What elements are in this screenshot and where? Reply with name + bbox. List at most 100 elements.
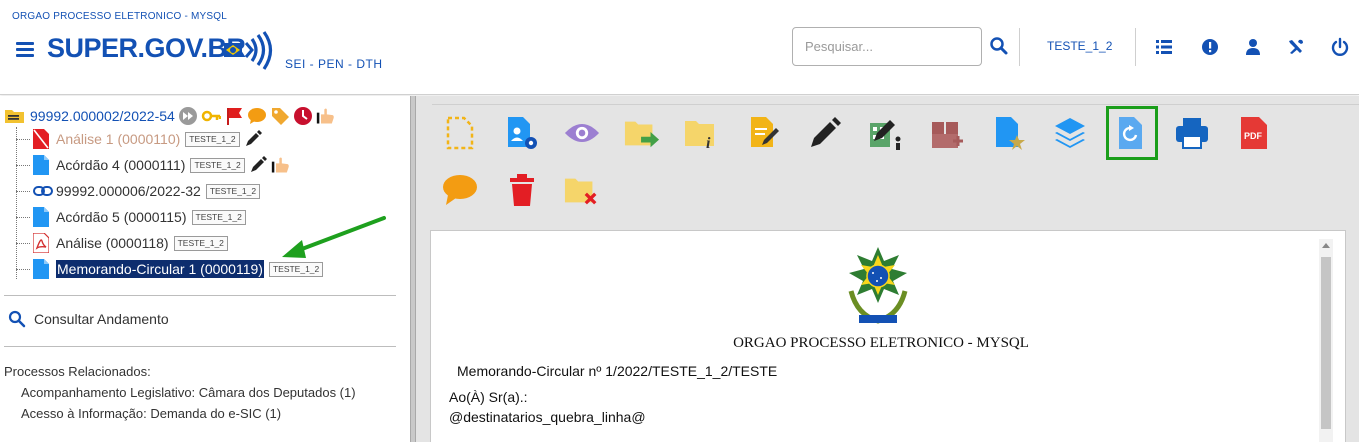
document-recipient-label: Ao(À) Sr(a).: [449, 389, 528, 405]
consult-progress-link[interactable]: Consultar Andamento [8, 310, 169, 328]
unit-badge: TESTE_1_2 [185, 131, 240, 147]
coat-of-arms-icon [848, 247, 908, 324]
sign-block-button[interactable] [868, 115, 904, 151]
search-input[interactable] [792, 27, 982, 66]
unit-badge: TESTE_1_2 [190, 157, 245, 173]
flag-icon[interactable] [224, 106, 244, 126]
hand-pointer-icon[interactable] [316, 106, 336, 126]
document-canceled-icon [33, 129, 49, 149]
alert-icon[interactable] [1200, 37, 1220, 57]
process-info-icon: i [685, 121, 714, 150]
svg-text:PDF: PDF [1244, 131, 1263, 141]
tree-item-label[interactable]: Análise (0000118) [56, 235, 169, 251]
cancel-folder-icon [564, 178, 597, 205]
document-viewer: ORGAO PROCESSO ELETRONICO - MYSQL Memora… [430, 230, 1346, 442]
pen-icon [250, 156, 267, 172]
hand-pointer-icon [271, 157, 289, 173]
print-icon [1176, 118, 1208, 149]
view-button[interactable] [564, 115, 600, 151]
sei-window: { "header": { "org_name": "ORGAO PROCESS… [0, 0, 1359, 442]
process-info-button[interactable]: i [684, 115, 720, 151]
favorite-template-icon [996, 117, 1025, 150]
search-icon[interactable] [989, 36, 1009, 56]
delete-button[interactable] [504, 172, 540, 208]
divider [4, 346, 396, 347]
tree-item-label[interactable]: 99992.000006/2022-32 [56, 183, 201, 199]
edit-content-icon [751, 117, 779, 147]
favorite-template-button[interactable] [992, 115, 1028, 151]
unit-badge: TESTE_1_2 [173, 235, 228, 251]
tools-icon[interactable] [1286, 37, 1306, 57]
pdf-document-icon [33, 233, 49, 253]
send-process-button[interactable] [624, 115, 660, 151]
unit-list-icon[interactable] [1154, 37, 1174, 57]
document-org-name: ORGAO PROCESSO ELETRONICO - MYSQL [733, 335, 1029, 351]
tree-root[interactable]: 99992.000002/2022-54 [4, 104, 336, 128]
tree-item-acordao-4[interactable]: Acórdão 4 (0000111) TESTE_1_2 [16, 152, 291, 178]
pdf-button[interactable]: PDF [1236, 115, 1272, 151]
scroll-thumb[interactable] [1321, 257, 1331, 429]
edit-content-button[interactable] [746, 115, 782, 151]
header: ORGAO PROCESSO ELETRONICO - MYSQL SUPER.… [0, 0, 1359, 95]
tree-item-analise[interactable]: Análise (0000118) TESTE_1_2 [16, 230, 228, 256]
document-settings-button[interactable] [504, 115, 540, 151]
tree-item-label[interactable]: Memorando-Circular 1 (0000119) [56, 260, 264, 278]
pen-icon [245, 130, 262, 146]
tree-item-analise-1[interactable]: Análise 1 (0000110) TESTE_1_2 [16, 126, 263, 152]
tag-icon[interactable] [270, 106, 290, 126]
document-panel: i PDF ORGAO PROCESSO ELETRONICO - MYSQL … [416, 96, 1359, 442]
tree-item-label[interactable]: Acórdão 5 (0000115) [56, 209, 187, 225]
subtitle: SEI - PEN - DTH [285, 57, 383, 71]
process-tree-panel: 99992.000002/2022-54 Análise 1 (0000110)… [0, 96, 410, 442]
document-memo-number: Memorando-Circular nº 1/2022/TESTE_1_2/T… [457, 363, 778, 379]
toolbar-divider [432, 104, 1359, 105]
logo-mark-icon [224, 31, 273, 70]
user-icon[interactable] [1243, 37, 1263, 57]
related-process-item[interactable]: Acompanhamento Legislativo: Câmara dos D… [21, 385, 356, 400]
logo[interactable]: SUPER.GOV.BR [47, 33, 246, 64]
tree-item-label[interactable]: Análise 1 (0000110) [56, 131, 180, 147]
add-to-block-button[interactable] [930, 115, 966, 151]
layers-icon [1055, 118, 1085, 148]
process-number[interactable]: 99992.000002/2022-54 [30, 108, 175, 124]
comment-icon[interactable] [247, 106, 267, 126]
view-icon [564, 124, 600, 142]
document-settings-icon [508, 117, 537, 149]
key-icon[interactable] [201, 106, 221, 126]
tree-item-acordao-5[interactable]: Acórdão 5 (0000115) TESTE_1_2 [16, 204, 246, 230]
delete-icon [510, 174, 534, 206]
forward-icon[interactable] [178, 106, 198, 126]
related-process-item[interactable]: Acesso à Informação: Demanda do e-SIC (1… [21, 406, 281, 421]
header-divider [1135, 28, 1136, 66]
search-icon [8, 310, 26, 328]
consult-progress-label[interactable]: Consultar Andamento [34, 311, 169, 327]
document-recipient-placeholder: @destinatarios_quebra_linha@ [449, 409, 646, 425]
document-icon [33, 155, 49, 175]
tree-item-label[interactable]: Acórdão 4 (0000111) [56, 157, 185, 173]
scroll-up-icon[interactable] [1322, 243, 1330, 248]
sign-button[interactable] [807, 115, 843, 151]
power-icon[interactable] [1330, 37, 1350, 57]
add-to-block-icon [932, 122, 963, 148]
sign-icon [811, 117, 841, 147]
folder-open-icon [5, 110, 24, 123]
print-button[interactable] [1174, 115, 1210, 151]
new-document-icon [446, 116, 474, 150]
unit-badge: TESTE_1_2 [268, 261, 324, 277]
unit-badge: TESTE_1_2 [191, 209, 246, 225]
reload-document-button[interactable] [1106, 106, 1158, 160]
tree-item-related-process[interactable]: 99992.000006/2022-32 TESTE_1_2 [16, 178, 261, 204]
org-name: ORGAO PROCESSO ELETRONICO - MYSQL [12, 11, 227, 22]
deadline-clock-icon[interactable] [293, 106, 313, 126]
document-scrollbar[interactable] [1319, 239, 1333, 442]
header-divider [1019, 28, 1020, 66]
pdf-icon: PDF [1241, 117, 1267, 149]
unit-selector[interactable]: TESTE_1_2 [1047, 39, 1112, 53]
cancel-document-button[interactable] [564, 172, 600, 208]
comment-button[interactable] [442, 172, 478, 208]
menu-icon[interactable] [16, 42, 34, 57]
layers-button[interactable] [1052, 115, 1088, 151]
new-document-button[interactable] [442, 115, 478, 151]
sign-block-icon [870, 120, 901, 150]
document-icon [33, 259, 49, 279]
